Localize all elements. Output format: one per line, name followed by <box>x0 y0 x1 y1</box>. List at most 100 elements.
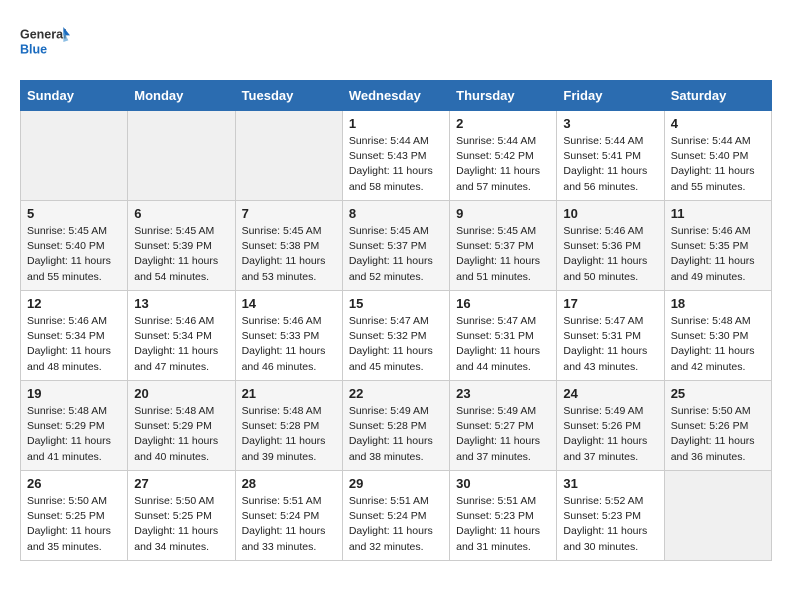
calendar-cell: 2 Sunrise: 5:44 AMSunset: 5:42 PMDaylight… <box>450 111 557 201</box>
calendar-cell: 27Sunrise: 5:50 AMSunset: 5:25 PMDayligh… <box>128 471 235 561</box>
day-number: 6 <box>134 206 228 221</box>
svg-text:Blue: Blue <box>20 43 47 57</box>
day-number: 24 <box>563 386 657 401</box>
calendar-cell <box>235 111 342 201</box>
cell-info: Sunrise: 5:51 AMSunset: 5:23 PMDaylight:… <box>456 494 550 555</box>
day-number: 25 <box>671 386 765 401</box>
calendar-cell: 19 Sunrise: 5:48 AMSunset: 5:29 PMDayligh… <box>21 381 128 471</box>
day-number: 22 <box>349 386 443 401</box>
cell-info: Sunrise: 5:47 AMSunset: 5:31 PMDaylight:… <box>563 314 657 375</box>
calendar-cell: 12Sunrise: 5:46 AMSunset: 5:34 PMDayligh… <box>21 291 128 381</box>
calendar-cell: 9 Sunrise: 5:45 AMSunset: 5:37 PMDaylight… <box>450 201 557 291</box>
day-number: 20 <box>134 386 228 401</box>
day-number: 27 <box>134 476 228 491</box>
calendar-cell: 1 Sunrise: 5:44 AMSunset: 5:43 PMDaylight… <box>342 111 449 201</box>
calendar-cell: 24Sunrise: 5:49 AMSunset: 5:26 PMDayligh… <box>557 381 664 471</box>
cell-info: Sunrise: 5:51 AMSunset: 5:24 PMDaylight:… <box>349 494 443 555</box>
column-header-wednesday: Wednesday <box>342 81 449 111</box>
calendar-cell: 5 Sunrise: 5:45 AMSunset: 5:40 PMDaylight… <box>21 201 128 291</box>
calendar-cell: 30 Sunrise: 5:51 AMSunset: 5:23 PMDayligh… <box>450 471 557 561</box>
day-number: 13 <box>134 296 228 311</box>
day-number: 30 <box>456 476 550 491</box>
day-number: 15 <box>349 296 443 311</box>
day-number: 31 <box>563 476 657 491</box>
cell-info: Sunrise: 5:48 AMSunset: 5:30 PMDaylight:… <box>671 314 765 375</box>
day-number: 3 <box>563 116 657 131</box>
calendar-cell <box>664 471 771 561</box>
calendar-cell: 26 Sunrise: 5:50 AMSunset: 5:25 PMDayligh… <box>21 471 128 561</box>
day-number: 26 <box>27 476 121 491</box>
column-header-friday: Friday <box>557 81 664 111</box>
calendar-cell: 7Sunrise: 5:45 AMSunset: 5:38 PMDaylight… <box>235 201 342 291</box>
calendar-cell: 4 Sunrise: 5:44 AMSunset: 5:40 PMDaylight… <box>664 111 771 201</box>
day-number: 21 <box>242 386 336 401</box>
column-header-tuesday: Tuesday <box>235 81 342 111</box>
cell-info: Sunrise: 5:48 AMSunset: 5:29 PMDaylight:… <box>27 404 121 465</box>
calendar-cell: 3 Sunrise: 5:44 AMSunset: 5:41 PMDaylight… <box>557 111 664 201</box>
calendar-cell <box>21 111 128 201</box>
day-number: 4 <box>671 116 765 131</box>
column-header-monday: Monday <box>128 81 235 111</box>
calendar-cell: 8 Sunrise: 5:45 AMSunset: 5:37 PMDaylight… <box>342 201 449 291</box>
day-number: 14 <box>242 296 336 311</box>
calendar-cell <box>128 111 235 201</box>
cell-info: Sunrise: 5:50 AMSunset: 5:25 PMDaylight:… <box>27 494 121 555</box>
calendar-header: SundayMondayTuesdayWednesdayThursdayFrid… <box>21 81 772 111</box>
cell-info: Sunrise: 5:47 AMSunset: 5:31 PMDaylight:… <box>456 314 550 375</box>
week-row-5: 26 Sunrise: 5:50 AMSunset: 5:25 PMDayligh… <box>21 471 772 561</box>
week-row-4: 19 Sunrise: 5:48 AMSunset: 5:29 PMDayligh… <box>21 381 772 471</box>
day-number: 10 <box>563 206 657 221</box>
day-number: 11 <box>671 206 765 221</box>
day-number: 23 <box>456 386 550 401</box>
cell-info: Sunrise: 5:48 AMSunset: 5:28 PMDaylight:… <box>242 404 336 465</box>
cell-info: Sunrise: 5:45 AMSunset: 5:37 PMDaylight:… <box>456 224 550 285</box>
cell-info: Sunrise: 5:49 AMSunset: 5:28 PMDaylight:… <box>349 404 443 465</box>
week-row-3: 12Sunrise: 5:46 AMSunset: 5:34 PMDayligh… <box>21 291 772 381</box>
cell-info: Sunrise: 5:44 AMSunset: 5:42 PMDaylight:… <box>456 134 550 195</box>
column-header-saturday: Saturday <box>664 81 771 111</box>
day-number: 16 <box>456 296 550 311</box>
day-number: 1 <box>349 116 443 131</box>
cell-info: Sunrise: 5:49 AMSunset: 5:27 PMDaylight:… <box>456 404 550 465</box>
calendar-cell: 10Sunrise: 5:46 AMSunset: 5:36 PMDayligh… <box>557 201 664 291</box>
day-number: 2 <box>456 116 550 131</box>
week-row-1: 1 Sunrise: 5:44 AMSunset: 5:43 PMDaylight… <box>21 111 772 201</box>
calendar-cell: 22 Sunrise: 5:49 AMSunset: 5:28 PMDayligh… <box>342 381 449 471</box>
cell-info: Sunrise: 5:51 AMSunset: 5:24 PMDaylight:… <box>242 494 336 555</box>
day-number: 29 <box>349 476 443 491</box>
day-number: 5 <box>27 206 121 221</box>
cell-info: Sunrise: 5:45 AMSunset: 5:40 PMDaylight:… <box>27 224 121 285</box>
day-number: 19 <box>27 386 121 401</box>
cell-info: Sunrise: 5:46 AMSunset: 5:33 PMDaylight:… <box>242 314 336 375</box>
day-number: 7 <box>242 206 336 221</box>
cell-info: Sunrise: 5:45 AMSunset: 5:37 PMDaylight:… <box>349 224 443 285</box>
calendar-cell: 28 Sunrise: 5:51 AMSunset: 5:24 PMDayligh… <box>235 471 342 561</box>
day-number: 8 <box>349 206 443 221</box>
cell-info: Sunrise: 5:52 AMSunset: 5:23 PMDaylight:… <box>563 494 657 555</box>
column-header-sunday: Sunday <box>21 81 128 111</box>
cell-info: Sunrise: 5:44 AMSunset: 5:43 PMDaylight:… <box>349 134 443 195</box>
calendar-table: SundayMondayTuesdayWednesdayThursdayFrid… <box>20 80 772 561</box>
cell-info: Sunrise: 5:46 AMSunset: 5:35 PMDaylight:… <box>671 224 765 285</box>
day-number: 9 <box>456 206 550 221</box>
calendar-cell: 25Sunrise: 5:50 AMSunset: 5:26 PMDayligh… <box>664 381 771 471</box>
logo: General Blue <box>20 20 70 64</box>
cell-info: Sunrise: 5:48 AMSunset: 5:29 PMDaylight:… <box>134 404 228 465</box>
cell-info: Sunrise: 5:44 AMSunset: 5:41 PMDaylight:… <box>563 134 657 195</box>
calendar-cell: 31 Sunrise: 5:52 AMSunset: 5:23 PMDayligh… <box>557 471 664 561</box>
week-row-2: 5 Sunrise: 5:45 AMSunset: 5:40 PMDaylight… <box>21 201 772 291</box>
cell-info: Sunrise: 5:44 AMSunset: 5:40 PMDaylight:… <box>671 134 765 195</box>
cell-info: Sunrise: 5:46 AMSunset: 5:34 PMDaylight:… <box>27 314 121 375</box>
calendar-cell: 6Sunrise: 5:45 AMSunset: 5:39 PMDaylight… <box>128 201 235 291</box>
calendar-cell: 20 Sunrise: 5:48 AMSunset: 5:29 PMDayligh… <box>128 381 235 471</box>
day-number: 17 <box>563 296 657 311</box>
calendar-cell: 29 Sunrise: 5:51 AMSunset: 5:24 PMDayligh… <box>342 471 449 561</box>
svg-text:General: General <box>20 28 67 42</box>
cell-info: Sunrise: 5:47 AMSunset: 5:32 PMDaylight:… <box>349 314 443 375</box>
calendar-cell: 23 Sunrise: 5:49 AMSunset: 5:27 PMDayligh… <box>450 381 557 471</box>
calendar-cell: 17 Sunrise: 5:47 AMSunset: 5:31 PMDayligh… <box>557 291 664 381</box>
day-number: 28 <box>242 476 336 491</box>
calendar-cell: 13Sunrise: 5:46 AMSunset: 5:34 PMDayligh… <box>128 291 235 381</box>
logo-svg: General Blue <box>20 20 70 64</box>
calendar-cell: 15 Sunrise: 5:47 AMSunset: 5:32 PMDayligh… <box>342 291 449 381</box>
